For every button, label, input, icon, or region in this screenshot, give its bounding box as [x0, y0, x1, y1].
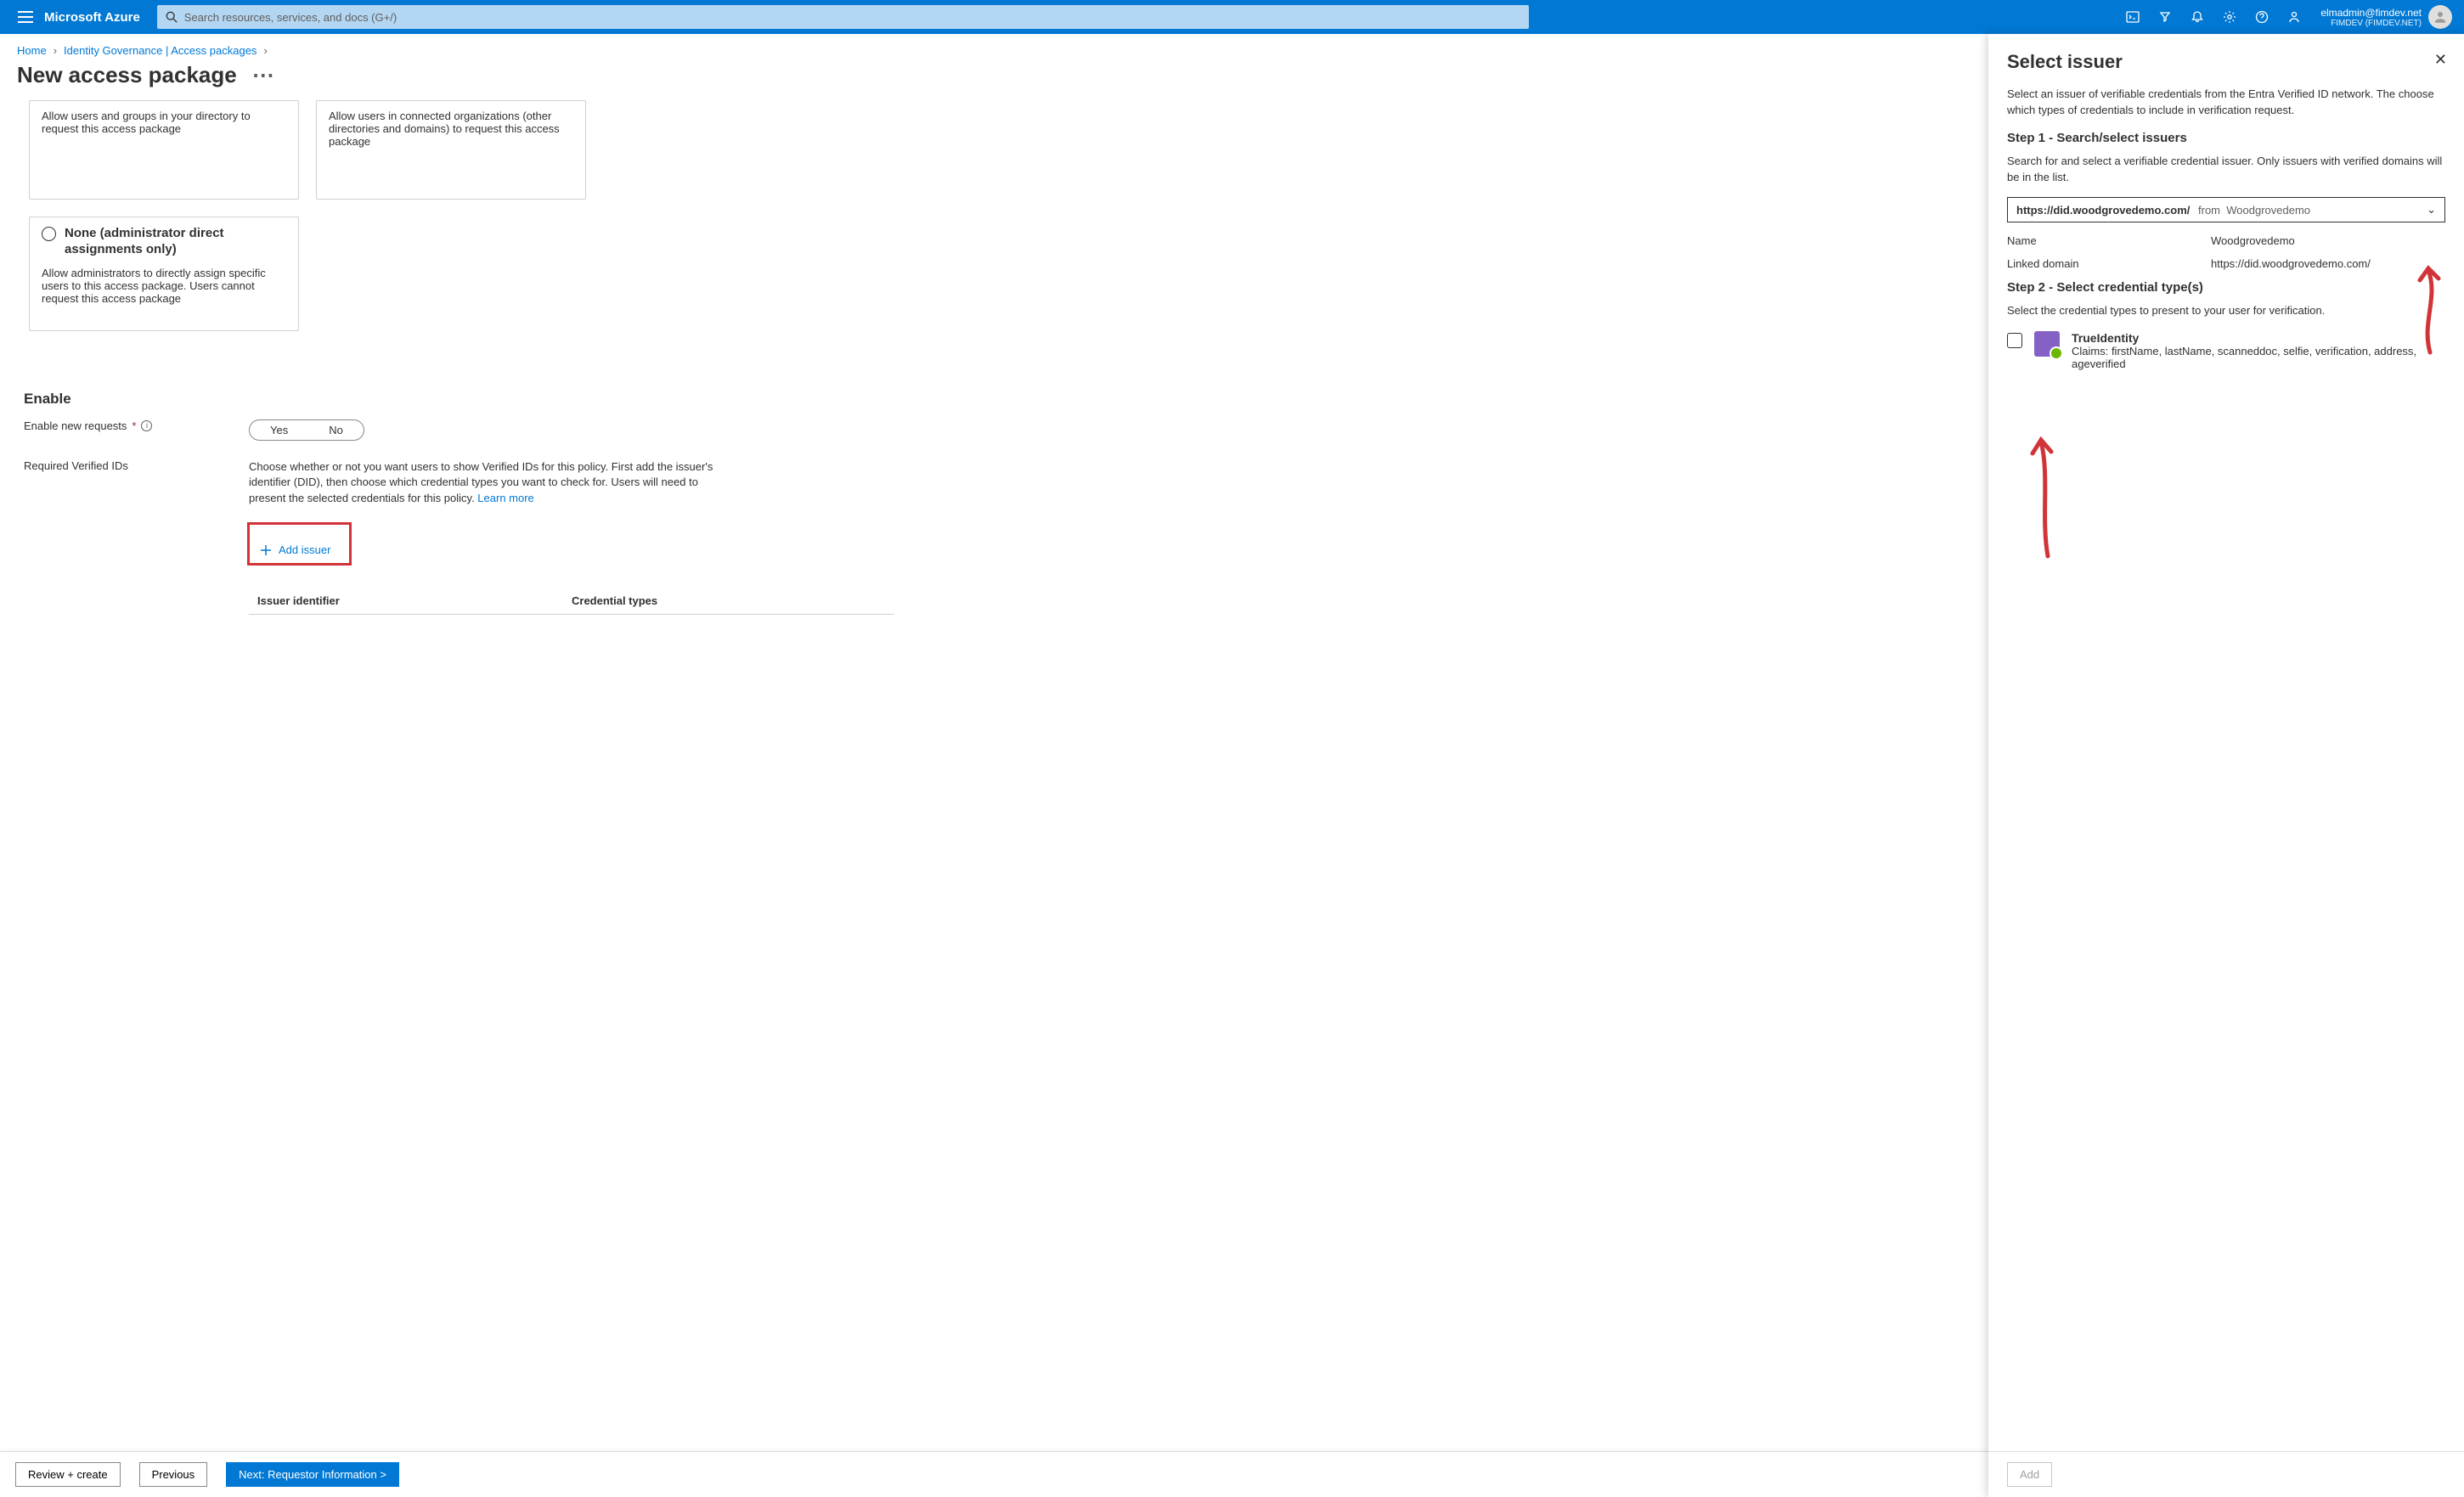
issuer-did: https://did.woodgrovedemo.com/ — [2016, 204, 2190, 217]
directory-filter-icon[interactable] — [2149, 0, 2181, 34]
credential-row[interactable]: TrueIdentity Claims: firstName, lastName… — [2007, 331, 2445, 370]
review-create-button[interactable]: Review + create — [15, 1462, 121, 1487]
card-body-text: Allow users and groups in your directory… — [42, 110, 286, 135]
panel-title: Select issuer — [2007, 51, 2445, 73]
info-icon[interactable]: i — [141, 420, 152, 431]
page-title-text: New access package — [17, 62, 237, 88]
panel-intro: Select an issuer of verifiable credentia… — [2007, 87, 2445, 119]
global-search[interactable] — [157, 5, 1530, 29]
verified-ids-description: Choose whether or not you want users to … — [249, 459, 725, 508]
issuers-table: Issuer identifier Credential types — [249, 588, 894, 615]
close-icon[interactable]: ✕ — [2434, 51, 2447, 69]
plus-icon — [260, 544, 272, 556]
step2-desc: Select the credential types to present t… — [2007, 303, 2445, 319]
toggle-no[interactable]: No — [308, 420, 364, 440]
notifications-icon[interactable] — [2181, 0, 2213, 34]
option-card-none[interactable]: None (administrator direct assignments o… — [29, 217, 299, 331]
annotation-highlight: Add issuer — [247, 522, 352, 566]
crumb-identity-governance[interactable]: Identity Governance | Access packages — [64, 44, 257, 57]
brand-label[interactable]: Microsoft Azure — [44, 10, 140, 25]
chevron-right-icon: › — [263, 44, 267, 57]
checkbox-unchecked-icon[interactable] — [2007, 333, 2022, 348]
feedback-icon[interactable] — [2278, 0, 2310, 34]
credential-claims: Claims: firstName, lastName, scanneddoc,… — [2072, 345, 2445, 370]
more-actions-icon[interactable]: ⋯ — [252, 62, 276, 88]
settings-icon[interactable] — [2213, 0, 2246, 34]
search-input[interactable] — [184, 11, 1521, 24]
col-issuer-identifier: Issuer identifier — [257, 594, 572, 607]
card-body-text: Allow administrators to directly assign … — [42, 267, 286, 305]
card-body-text: Allow users in connected organizations (… — [329, 110, 573, 148]
step1-desc: Search for and select a verifiable crede… — [2007, 154, 2445, 186]
next-button[interactable]: Next: Requestor Information > — [226, 1462, 399, 1487]
label-required-verified-ids: Required Verified IDs — [24, 459, 249, 472]
search-icon — [166, 11, 178, 23]
card-title: None (administrator direct assignments o… — [65, 226, 286, 258]
option-card-connected-orgs[interactable]: Allow users in connected organizations (… — [316, 100, 586, 200]
label-enable-new-requests: Enable new requests * i — [24, 419, 249, 432]
value-name: Woodgrovedemo — [2211, 234, 2295, 247]
menu-icon[interactable] — [17, 8, 34, 25]
cloud-shell-icon[interactable] — [2117, 0, 2149, 34]
toggle-yes[interactable]: Yes — [250, 420, 308, 440]
step2-heading: Step 2 - Select credential type(s) — [2007, 280, 2445, 295]
col-credential-types: Credential types — [572, 594, 657, 607]
issuer-combobox[interactable]: https://did.woodgrovedemo.com/ from Wood… — [2007, 197, 2445, 222]
previous-button[interactable]: Previous — [139, 1462, 208, 1487]
radio-unchecked-icon[interactable] — [42, 227, 56, 241]
label-name: Name — [2007, 234, 2211, 247]
credential-type-icon — [2034, 331, 2060, 357]
step1-heading: Step 1 - Search/select issuers — [2007, 131, 2445, 145]
help-icon[interactable] — [2246, 0, 2278, 34]
credential-title: TrueIdentity — [2072, 331, 2445, 345]
add-issuer-button[interactable]: Add issuer — [250, 538, 341, 561]
label-linked-domain: Linked domain — [2007, 257, 2211, 270]
learn-more-link[interactable]: Learn more — [477, 492, 533, 504]
crumb-home[interactable]: Home — [17, 44, 47, 57]
account-area[interactable]: elmadmin@fimdev.net FIMDEV (FIMDEV.NET) — [2310, 7, 2428, 28]
chevron-right-icon: › — [54, 44, 57, 57]
value-linked-domain: https://did.woodgrovedemo.com/ — [2211, 257, 2371, 270]
avatar[interactable] — [2428, 5, 2452, 29]
toggle-yes-no[interactable]: Yes No — [249, 419, 364, 441]
chevron-down-icon: ⌄ — [2427, 203, 2436, 217]
option-card-directory-users[interactable]: Allow users and groups in your directory… — [29, 100, 299, 200]
azure-topbar: Microsoft Azure elmadmin@fimdev.net FIMD… — [0, 0, 2464, 34]
topbar-utilities — [2117, 0, 2310, 34]
account-tenant: FIMDEV (FIMDEV.NET) — [2331, 19, 2422, 28]
select-issuer-panel: ✕ Select issuer Select an issuer of veri… — [1988, 34, 2464, 1497]
panel-footer: Add — [1988, 1451, 2464, 1497]
account-email: elmadmin@fimdev.net — [2320, 7, 2422, 19]
panel-add-button[interactable]: Add — [2007, 1462, 2052, 1487]
